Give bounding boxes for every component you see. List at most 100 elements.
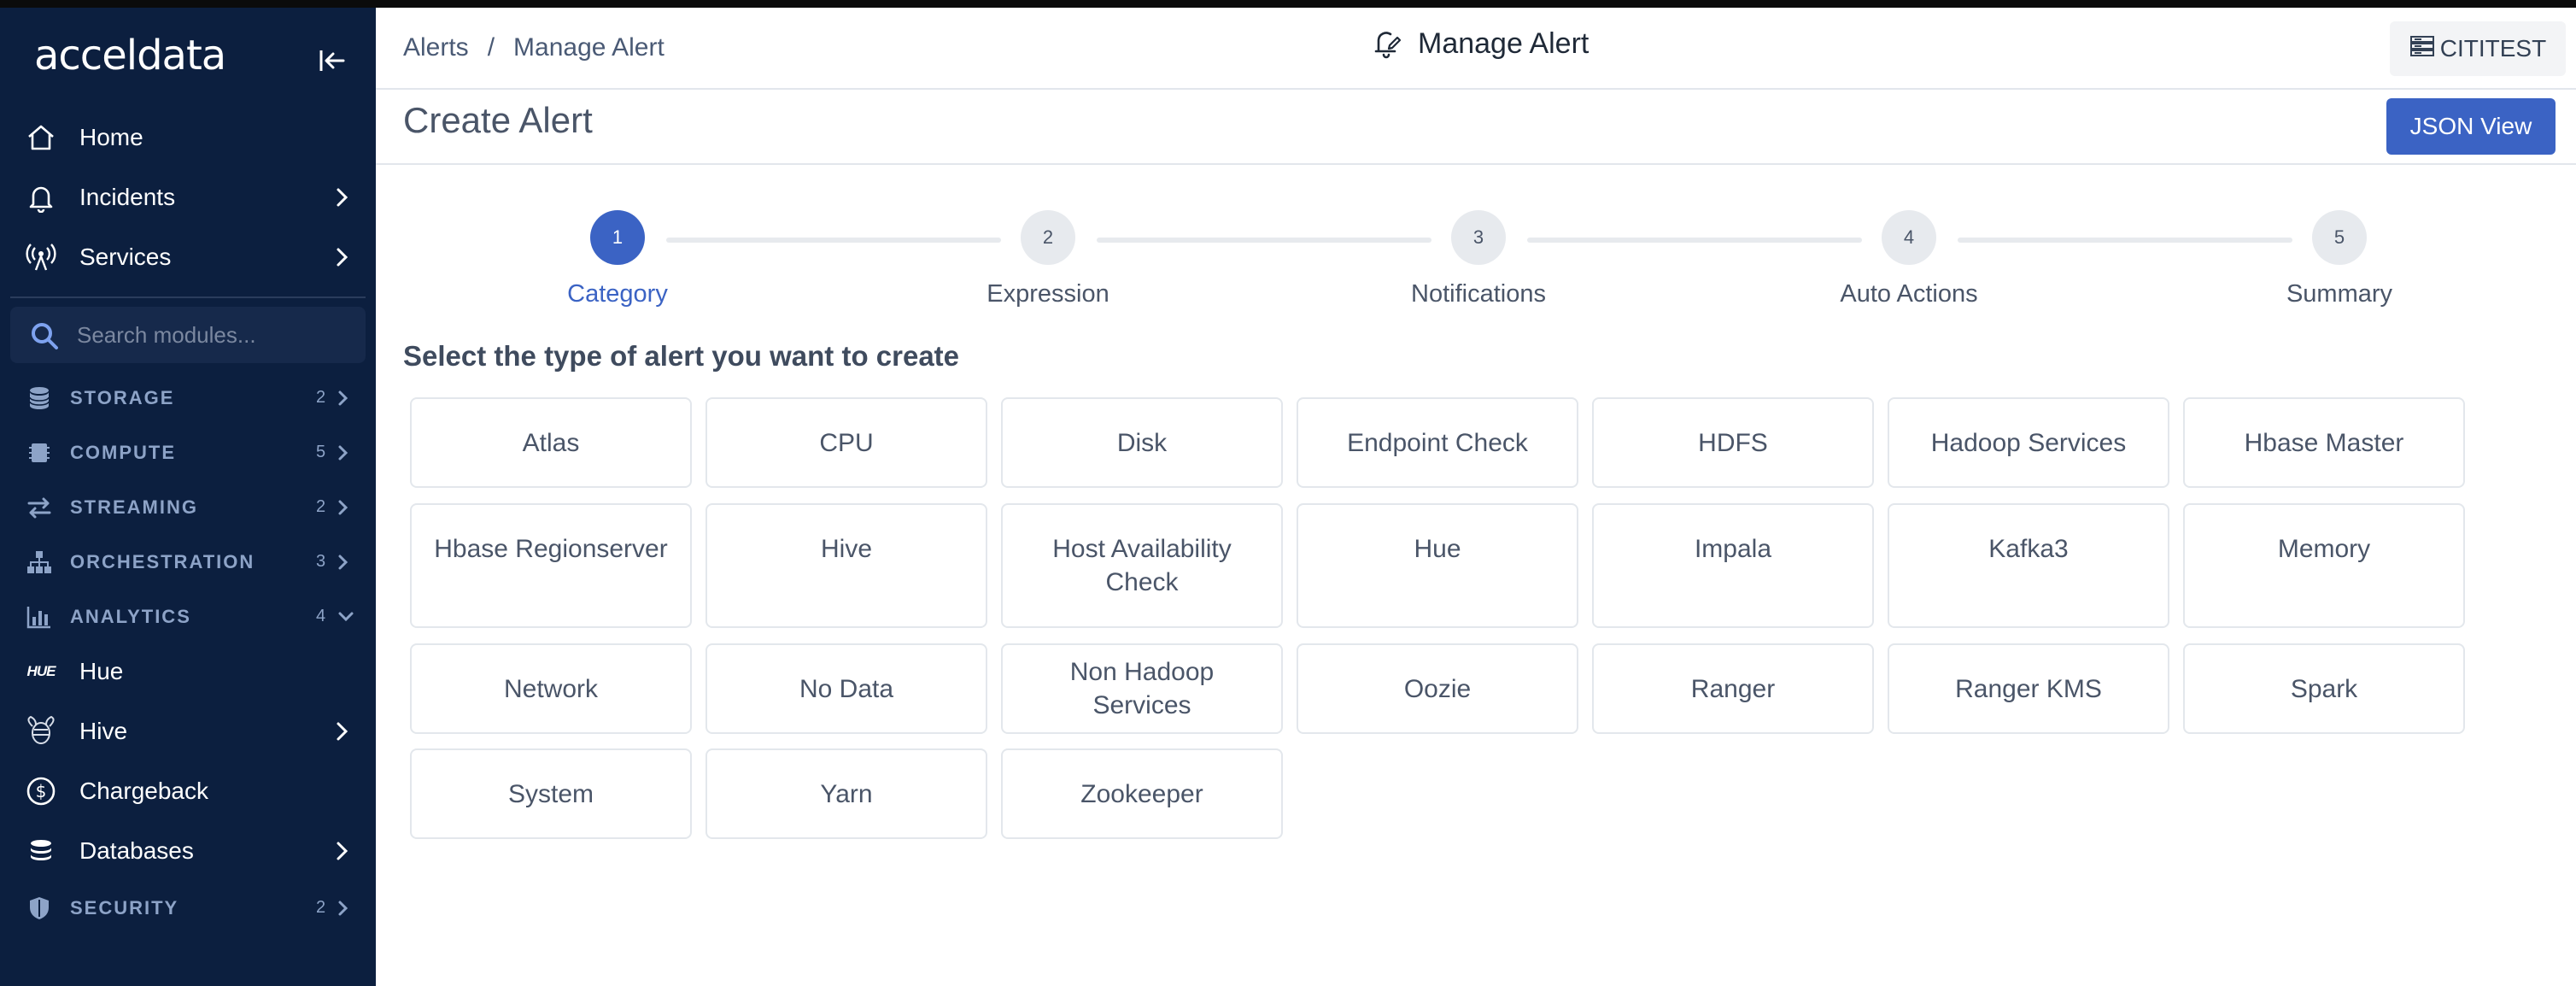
cluster-selector[interactable]: CITITEST bbox=[2390, 21, 2566, 76]
category-card[interactable]: Atlas bbox=[410, 397, 692, 488]
category-card[interactable]: Hadoop Services bbox=[1888, 397, 2169, 488]
category-card[interactable]: System bbox=[410, 748, 692, 839]
sidebar-section-storage[interactable]: STORAGE 2 bbox=[0, 376, 376, 419]
chevron-right-icon bbox=[333, 719, 352, 744]
chevron-right-icon bbox=[333, 185, 352, 210]
sidebar-item-home[interactable]: Home bbox=[0, 112, 376, 163]
hue-logo-icon: HUE bbox=[26, 663, 56, 679]
category-card[interactable]: Memory bbox=[2183, 503, 2465, 628]
chevron-right-icon bbox=[337, 443, 350, 463]
step-label: Category bbox=[567, 280, 668, 308]
category-card[interactable]: Host Availability Check bbox=[1001, 503, 1283, 628]
step-number: 3 bbox=[1451, 210, 1506, 265]
category-card[interactable]: CPU bbox=[705, 397, 987, 488]
sidebar-section-security[interactable]: SECURITY 2 bbox=[0, 886, 376, 929]
section-label: SECURITY bbox=[70, 897, 179, 919]
chevron-right-icon bbox=[337, 898, 350, 919]
step-auto-actions[interactable]: 4 Auto Actions bbox=[1824, 210, 1994, 308]
sidebar-section-compute[interactable]: COMPUTE 5 bbox=[0, 431, 376, 473]
section-count: 4 bbox=[316, 607, 326, 625]
step-connector bbox=[666, 238, 1001, 243]
section-label: COMPUTE bbox=[70, 442, 176, 463]
category-card[interactable]: Kafka3 bbox=[1888, 503, 2169, 628]
section-label: STORAGE bbox=[70, 387, 175, 408]
section-count: 2 bbox=[316, 898, 326, 917]
sidebar-divider bbox=[10, 296, 366, 298]
svg-text:$: $ bbox=[36, 781, 47, 801]
sidebar-item-databases[interactable]: Databases bbox=[0, 825, 376, 877]
section-count: 3 bbox=[316, 552, 326, 571]
step-expression[interactable]: 2 Expression bbox=[963, 210, 1133, 308]
sidebar-item-incidents[interactable]: Incidents bbox=[0, 172, 376, 223]
page-title: Manage Alert bbox=[1418, 27, 1590, 60]
chevron-right-icon bbox=[333, 838, 352, 864]
category-card[interactable]: Ranger bbox=[1592, 643, 1874, 734]
bell-icon bbox=[24, 180, 58, 214]
json-view-button[interactable]: JSON View bbox=[2386, 98, 2556, 155]
category-card[interactable]: Hbase Regionserver bbox=[410, 503, 692, 628]
breadcrumb-alerts-link[interactable]: Alerts bbox=[403, 33, 469, 62]
search-modules[interactable] bbox=[10, 307, 366, 363]
category-card[interactable]: Endpoint Check bbox=[1297, 397, 1578, 488]
breadcrumb: Alerts / Manage Alert bbox=[403, 33, 664, 62]
category-card[interactable]: Zookeeper bbox=[1001, 748, 1283, 839]
chevron-right-icon bbox=[337, 497, 350, 518]
home-icon bbox=[24, 120, 58, 155]
step-summary[interactable]: 5 Summary bbox=[2254, 210, 2425, 308]
collapse-sidebar-icon[interactable] bbox=[314, 44, 348, 78]
step-connector bbox=[1527, 238, 1862, 243]
section-label: ORCHESTRATION bbox=[70, 551, 255, 572]
subheader: Create Alert JSON View bbox=[376, 90, 2576, 165]
sidebar-item-hue[interactable]: HUE Hue bbox=[0, 646, 376, 697]
sidebar-section-analytics[interactable]: ANALYTICS 4 bbox=[0, 595, 376, 637]
section-label: STREAMING bbox=[70, 496, 198, 518]
chevron-right-icon bbox=[333, 244, 352, 270]
category-card[interactable]: Yarn bbox=[705, 748, 987, 839]
database-icon bbox=[26, 384, 53, 412]
window-top-strip bbox=[0, 0, 2576, 8]
sidebar: acceldata Home Incidents Services STORAG… bbox=[0, 8, 376, 986]
step-notifications[interactable]: 3 Notifications bbox=[1393, 210, 1564, 308]
category-card[interactable]: Impala bbox=[1592, 503, 1874, 628]
chevron-down-icon bbox=[337, 607, 354, 627]
step-connector bbox=[1097, 238, 1431, 243]
step-label: Summary bbox=[2286, 280, 2393, 308]
sidebar-item-hive[interactable]: Hive bbox=[0, 706, 376, 757]
page-title-group: Manage Alert bbox=[1372, 25, 1589, 63]
category-card[interactable]: Hue bbox=[1297, 503, 1578, 628]
wizard-stepper: 1 Category 2 Expression 3 Notifications … bbox=[376, 205, 2576, 316]
shield-icon bbox=[26, 895, 53, 922]
category-card[interactable]: Oozie bbox=[1297, 643, 1578, 734]
section-count: 2 bbox=[316, 388, 326, 407]
category-card[interactable]: No Data bbox=[705, 643, 987, 734]
sidebar-item-chargeback[interactable]: $ Chargeback bbox=[0, 766, 376, 817]
category-card[interactable]: Hbase Master bbox=[2183, 397, 2465, 488]
arrows-exchange-icon bbox=[26, 494, 53, 521]
category-card[interactable]: Spark bbox=[2183, 643, 2465, 734]
sidebar-item-label: Databases bbox=[79, 837, 194, 864]
breadcrumb-current: Manage Alert bbox=[513, 33, 664, 62]
chevron-right-icon bbox=[337, 388, 350, 408]
sidebar-section-streaming[interactable]: STREAMING 2 bbox=[0, 485, 376, 528]
sidebar-item-label: Chargeback bbox=[79, 778, 208, 804]
step-category[interactable]: 1 Category bbox=[532, 210, 703, 308]
category-card[interactable]: Ranger KMS bbox=[1888, 643, 2169, 734]
category-card[interactable]: Network bbox=[410, 643, 692, 734]
search-icon bbox=[29, 320, 60, 355]
sidebar-item-label: Hive bbox=[79, 718, 128, 744]
sidebar-section-orchestration[interactable]: ORCHESTRATION 3 bbox=[0, 540, 376, 583]
category-card[interactable]: Non Hadoop Services bbox=[1001, 643, 1283, 734]
bar-chart-icon bbox=[26, 603, 53, 631]
top-header: Alerts / Manage Alert Manage Alert CITIT… bbox=[376, 8, 2576, 90]
alert-category-grid: Atlas CPU Disk Endpoint Check HDFS Hadoo… bbox=[410, 397, 2465, 842]
section-count: 5 bbox=[316, 443, 326, 461]
chip-icon bbox=[26, 439, 53, 467]
step-label: Notifications bbox=[1411, 280, 1546, 308]
sidebar-item-label: Services bbox=[79, 244, 172, 270]
sidebar-item-services[interactable]: Services bbox=[0, 232, 376, 283]
category-card[interactable]: Disk bbox=[1001, 397, 1283, 488]
category-card[interactable]: HDFS bbox=[1592, 397, 1874, 488]
acceldata-logo[interactable]: acceldata bbox=[34, 32, 226, 79]
search-input[interactable] bbox=[77, 307, 350, 363]
category-card[interactable]: Hive bbox=[705, 503, 987, 628]
